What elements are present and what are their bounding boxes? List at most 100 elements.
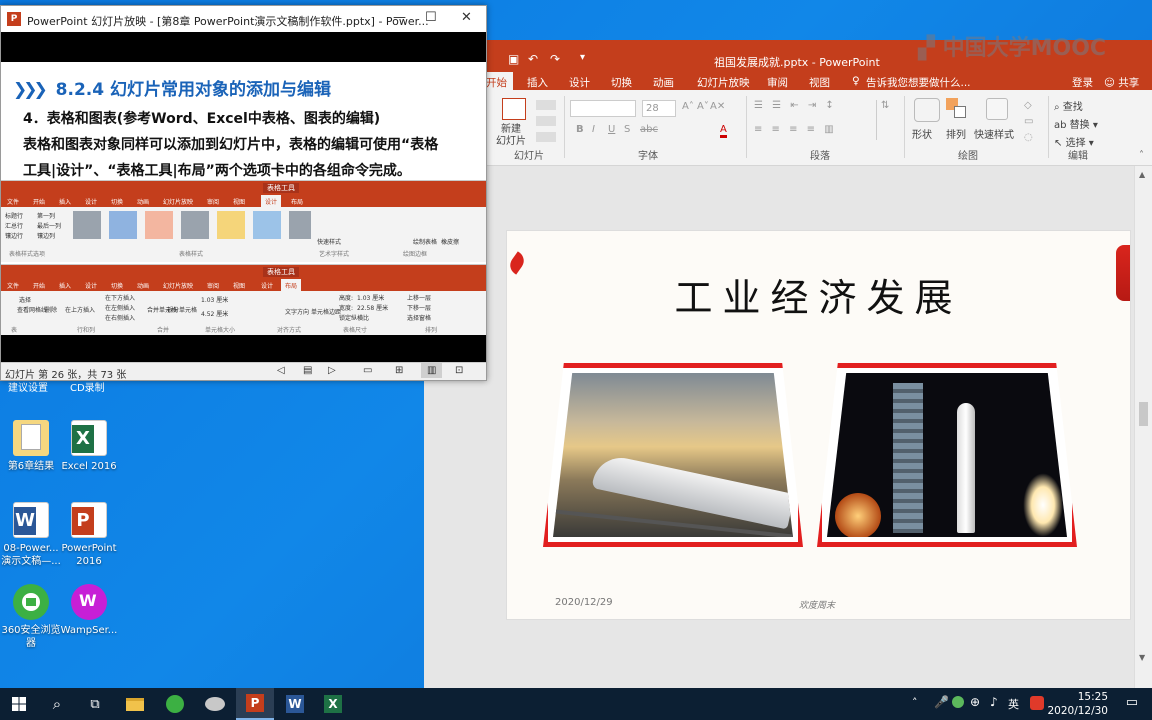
desktop-icon-wamp[interactable]: W WampSer... [58,584,120,637]
desktop-icon-chapter6[interactable]: 第6章结果 [0,420,62,473]
login-link[interactable]: 登录 [1072,75,1093,90]
security-icon[interactable] [952,696,964,708]
shape-format-icons[interactable]: ◇ ▭ ◌ [1024,98,1033,146]
next-slide-icon[interactable]: ▷ [328,365,336,376]
table-tools-label: 表格工具 [263,183,299,193]
scroll-down-icon[interactable]: ▼ [1139,653,1145,662]
undo-icon[interactable]: ↶ [528,52,538,66]
slide-title[interactable]: 工业经济发展 [507,267,1130,322]
share-button[interactable]: ☺ 共享 [1104,75,1139,90]
tab-review[interactable]: 审阅 [767,75,788,90]
input-method-indicator[interactable]: 英 [1008,696,1019,712]
desktop-icon-360-browser[interactable]: 360安全浏览 器 [0,584,62,650]
slide-date[interactable]: 2020/12/29 [555,597,613,608]
file-explorer-button[interactable] [116,688,154,720]
slide-footer[interactable]: 欢度周末 [799,598,835,611]
grow-font-icon[interactable]: A˄ A˅ [682,101,709,112]
show-hidden-icons[interactable]: ˄ [912,696,918,709]
collapse-ribbon-icon[interactable]: ˄ [1139,150,1144,161]
align-icons[interactable]: ≡ ≡ ≡ ≡ ▥ [754,124,837,135]
strikethrough-button[interactable]: abc [640,124,658,135]
tab-insert[interactable]: 插入 [527,75,548,90]
photo-train[interactable] [543,363,803,547]
maximize-icon[interactable]: ☐ [425,10,437,25]
reset-icon[interactable] [536,116,556,126]
italic-button[interactable]: I [592,124,595,135]
save-icon[interactable]: ▣ [508,52,519,66]
text-direction-icon[interactable]: ⇅ [876,100,896,140]
desktop-icon-powerpoint[interactable]: P PowerPoint 2016 [58,502,120,568]
quick-styles-icon[interactable] [986,98,1008,120]
arrange-icon[interactable] [946,98,968,122]
tab-transitions[interactable]: 切换 [611,75,632,90]
tell-me-search[interactable]: 告诉我您想要做什么... [866,75,971,90]
clear-format-icon[interactable]: A✕ [710,101,725,112]
task-view-button[interactable]: ⧉ [76,688,114,720]
customize-qat-icon[interactable]: ▾ [580,52,585,63]
desktop-icon-excel[interactable]: X Excel 2016 [58,420,120,473]
shapes-button[interactable]: 形状 [912,126,932,141]
scroll-thumb[interactable] [1139,402,1148,426]
reading-view-icon[interactable]: ▥ [421,363,443,378]
bold-button[interactable]: B [576,124,584,135]
tab-slideshow[interactable]: 幻灯片放映 [697,75,750,90]
new-slide-button[interactable]: 新建 幻灯片 [496,124,526,148]
mini-button: 文字方向 [285,309,310,316]
slideshow-view-icon[interactable]: ⊡ [455,365,463,376]
replace-button[interactable]: ab 替换 ▾ [1054,116,1098,131]
tab-animations[interactable]: 动画 [653,75,674,90]
desktop-icon-word-doc[interactable]: W 08-Power... 演示文稿—... [0,502,62,568]
tab-view[interactable]: 视图 [809,75,830,90]
share-label: 共享 [1118,77,1140,89]
sorter-view-icon[interactable]: ⊞ [395,365,403,376]
redo-icon[interactable]: ↷ [550,52,560,66]
sogou-ime-icon[interactable] [1030,696,1044,710]
new-slide-icon[interactable] [502,98,526,120]
find-button[interactable]: ⌕ 查找 [1054,98,1083,113]
system-clock[interactable]: 15:25 2020/12/30 [1047,690,1108,718]
flame-icon [835,493,881,537]
excel-taskbar-button[interactable]: X [314,688,352,720]
mini-check: 镶边行 [5,233,24,240]
shadow-button[interactable]: S [624,124,630,135]
slide[interactable]: 工业经济发展 2020/12/29 欢度周末 [506,230,1131,620]
start-button[interactable] [0,688,38,720]
photo-rocket[interactable] [817,363,1077,547]
network-globe-icon[interactable]: ⊕ [970,695,980,709]
list-icons[interactable]: ☰ ☰ ⇤ ⇥ ↕ [754,100,837,111]
mini-tab: 切换 [111,283,124,290]
font-size-select[interactable]: 28 [642,100,676,117]
mini-tab: 设计 [85,283,98,290]
network-app-button[interactable] [196,688,234,720]
minimize-icon[interactable]: — [393,10,406,25]
arrange-button[interactable]: 排列 [946,126,966,141]
search-button[interactable]: ⌕ [38,688,76,720]
close-icon[interactable]: ✕ [461,10,472,25]
separator [564,96,565,158]
browser-360-button[interactable] [156,688,194,720]
mini-button: 拆分单元格 [167,307,198,314]
shapes-icon[interactable] [914,98,940,122]
normal-view-icon[interactable]: ▭ [363,365,372,376]
mini-tab: 开始 [33,199,46,206]
slide-menu-icon[interactable]: ▤ [303,365,312,376]
slideshow-content[interactable]: ❯❯❯ 8.2.4 幻灯片常用对象的添加与编辑 4．表格和图表(参考Word、E… [1,62,486,335]
layout-icon[interactable] [536,100,556,110]
font-name-select[interactable] [570,100,636,117]
underline-button[interactable]: U [608,124,615,135]
powerpoint-icon: P [7,12,21,26]
notification-icon[interactable]: ▭ [1126,695,1138,710]
volume-icon[interactable]: ♪ [990,695,998,709]
quick-styles-button[interactable]: 快速样式 [974,126,1014,141]
previous-slide-icon[interactable]: ◁ [277,365,285,376]
word-taskbar-button[interactable]: W [276,688,314,720]
vertical-scrollbar[interactable]: ▲ ▼ [1134,166,1152,688]
section-icon[interactable] [536,132,556,142]
scroll-up-icon[interactable]: ▲ [1139,170,1145,179]
task-view-icon: ⧉ [90,696,100,712]
tab-design[interactable]: 设计 [569,75,590,90]
mini-label: 下移一层 [407,305,432,312]
microphone-icon[interactable]: 🎤 [934,695,949,709]
powerpoint-taskbar-button[interactable]: P [236,688,274,720]
font-color-button[interactable]: A [720,124,727,138]
